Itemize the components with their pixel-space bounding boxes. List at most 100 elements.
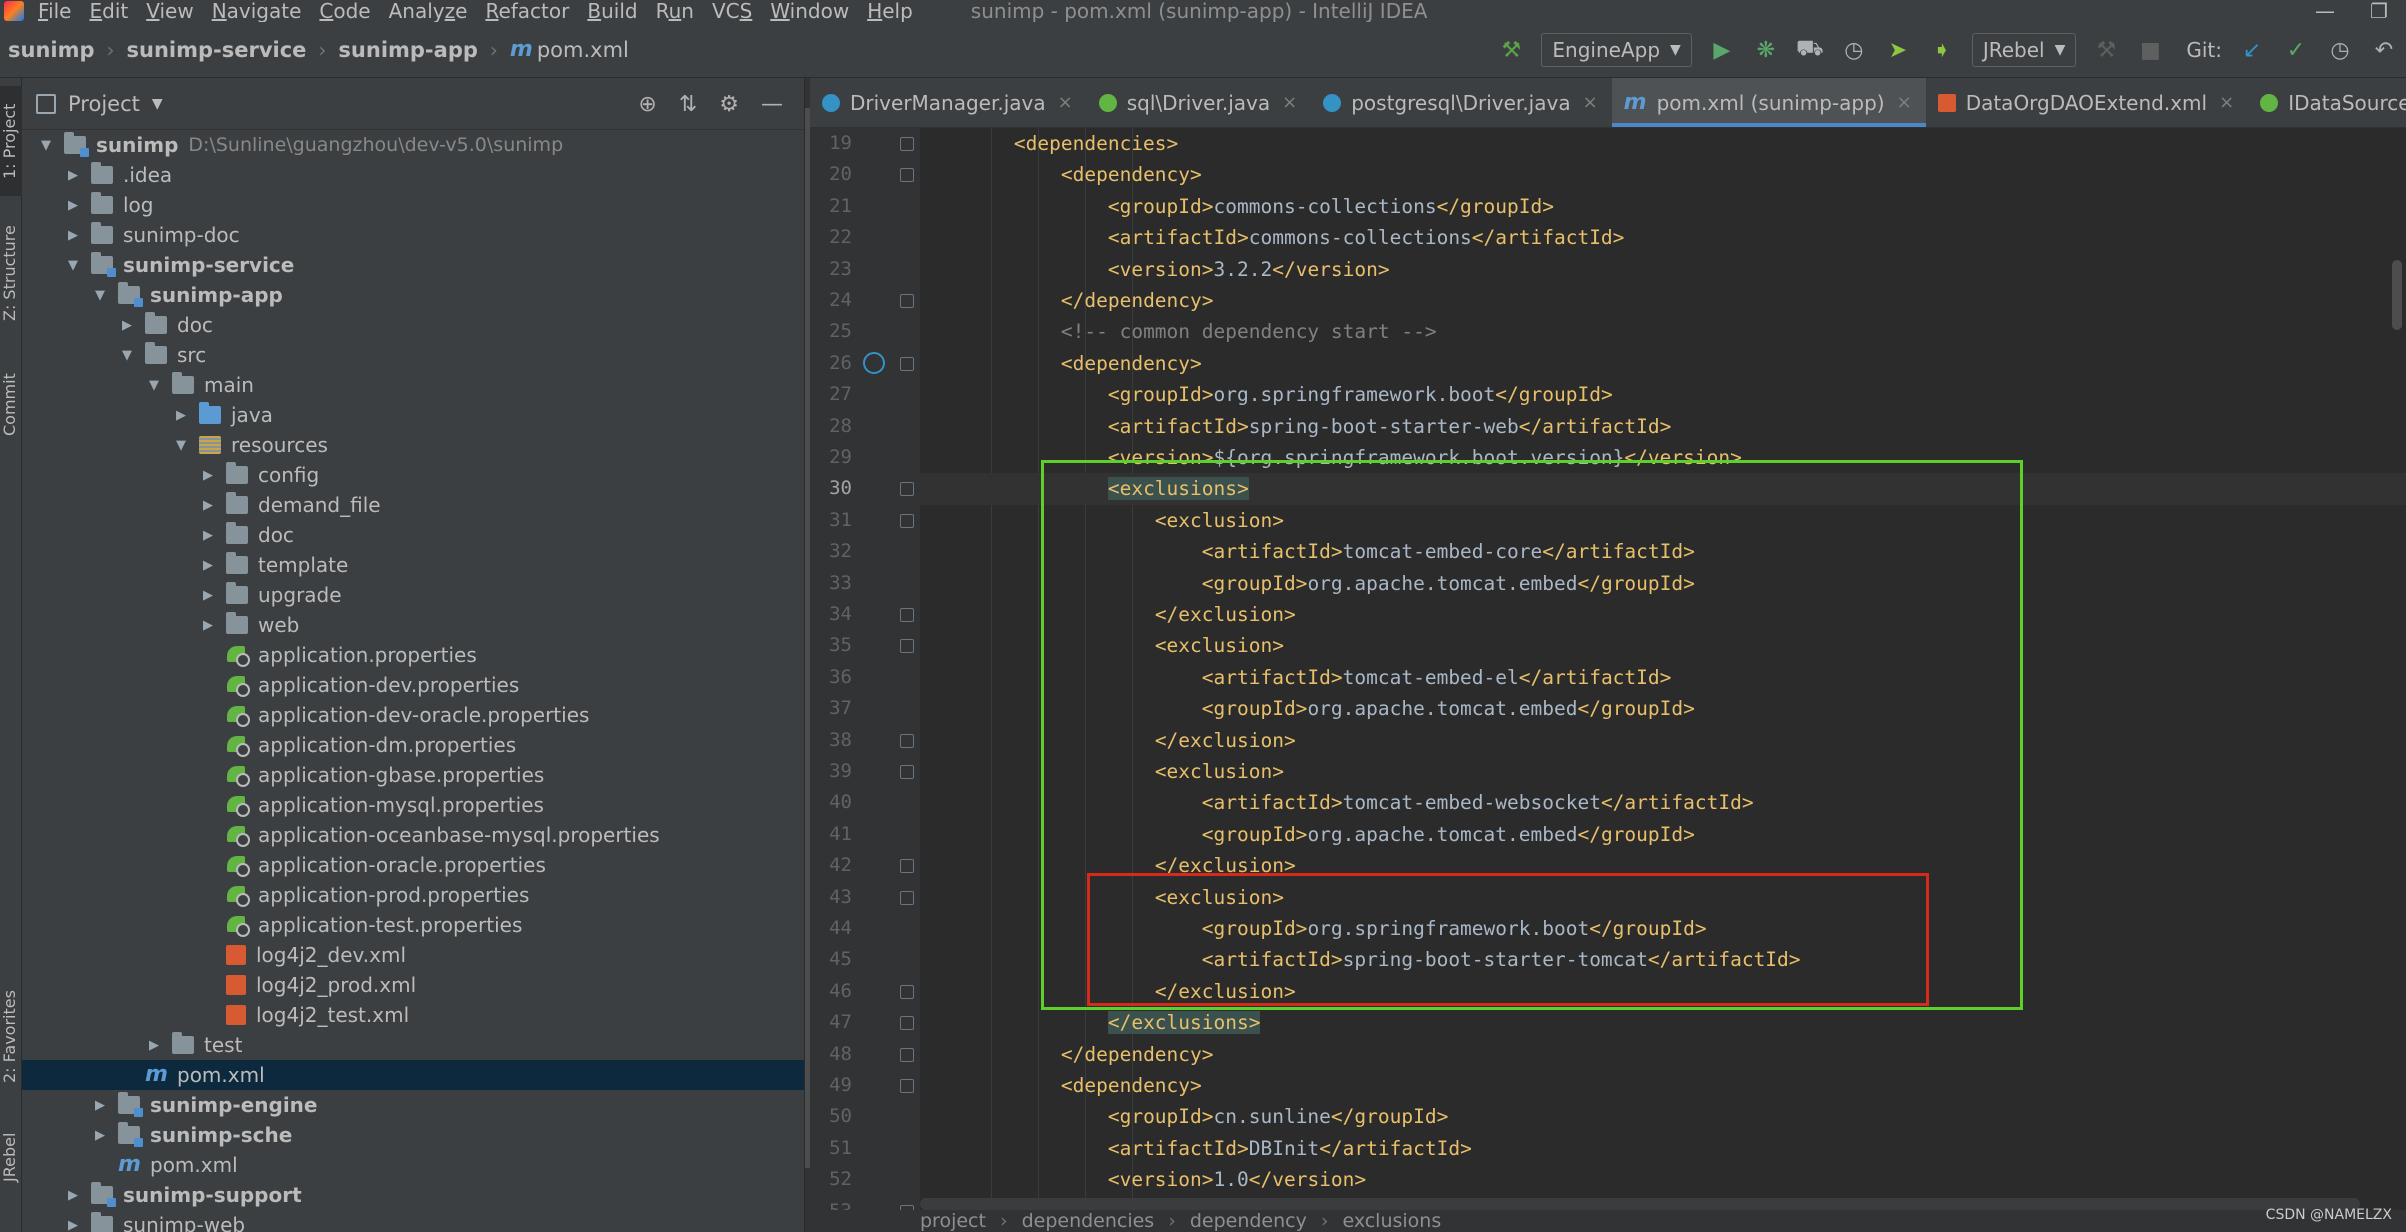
tree-item[interactable]: ▼ sunimp D:\Sunline\guangzhou\dev-v5.0\sun… [22, 130, 804, 160]
structure-tool-tab[interactable]: Z: Structure [0, 208, 22, 338]
fold-marker-icon[interactable] [900, 1016, 914, 1031]
chevron-right-icon[interactable]: ▶ [198, 618, 218, 633]
git-commit-icon[interactable]: ✓ [2282, 36, 2310, 64]
jrebel-tool-tab[interactable]: JRebel [0, 1112, 22, 1202]
fold-marker-icon[interactable] [900, 639, 914, 654]
editor-breadcrumb-item[interactable]: exclusions [1342, 1210, 1441, 1232]
tree-item[interactable]: application-gbase.properties [22, 760, 804, 790]
chevron-down-icon[interactable]: ▼ [152, 96, 163, 112]
jrebel-select[interactable]: JRebel ▼ [1971, 33, 2077, 67]
tree-item[interactable]: ▶ template [22, 550, 804, 580]
close-icon[interactable]: × [1583, 92, 1598, 113]
fold-marker-icon[interactable] [900, 984, 914, 999]
git-history-icon[interactable]: ◷ [2326, 36, 2354, 64]
git-rollback-icon[interactable]: ↶ [2370, 36, 2398, 64]
chevron-right-icon[interactable]: ▶ [198, 558, 218, 573]
menu-file[interactable]: File [38, 0, 71, 22]
fold-marker-icon[interactable] [900, 356, 914, 371]
chevron-right-icon[interactable]: ▶ [63, 1188, 83, 1203]
chevron-right-icon[interactable]: ▶ [63, 198, 83, 213]
tree-item[interactable]: ▶ sunimp-web [22, 1210, 804, 1232]
override-method-icon[interactable] [863, 351, 885, 374]
fold-marker-icon[interactable] [900, 482, 914, 497]
fold-marker-icon[interactable] [900, 168, 914, 183]
locate-target-icon[interactable]: ⊕ [638, 92, 656, 117]
tree-item[interactable]: application-oracle.properties [22, 850, 804, 880]
chevron-right-icon[interactable]: ▶ [63, 168, 83, 183]
fold-marker-icon[interactable] [900, 890, 914, 905]
fold-marker-icon[interactable] [900, 1079, 914, 1093]
editor-tab[interactable]: DriverManager.java × [810, 78, 1087, 127]
fold-marker-icon[interactable] [900, 1047, 914, 1062]
editor-breadcrumb-item[interactable]: dependencies [1022, 1210, 1155, 1232]
menu-view[interactable]: View [146, 0, 193, 22]
close-icon[interactable]: × [1897, 92, 1912, 113]
editor-horizontal-scrollbar[interactable] [920, 1198, 2360, 1210]
tree-item[interactable]: ▶ test [22, 1030, 804, 1060]
chevron-right-icon[interactable]: ▶ [90, 1128, 110, 1143]
nav-crumb-file[interactable]: pom.xml [537, 38, 629, 62]
run-icon[interactable]: ▶ [1708, 36, 1736, 64]
tree-item[interactable]: ▼ main [22, 370, 804, 400]
tree-item[interactable]: ▶ log [22, 190, 804, 220]
collapse-all-icon[interactable]: ⇅ [679, 92, 697, 117]
tree-item[interactable]: application-dev-oracle.properties [22, 700, 804, 730]
tree-item[interactable]: application-prod.properties [22, 880, 804, 910]
tree-item[interactable]: log4j2_prod.xml [22, 970, 804, 1000]
tree-item[interactable]: log4j2_dev.xml [22, 940, 804, 970]
chevron-right-icon[interactable]: ▶ [198, 468, 218, 483]
git-update-icon[interactable]: ↙ [2238, 36, 2266, 64]
close-icon[interactable]: × [2219, 92, 2234, 113]
chevron-right-icon[interactable]: ▶ [117, 318, 137, 333]
run-configuration-select[interactable]: EngineApp ▼ [1541, 33, 1692, 67]
tree-item[interactable]: ▼ src [22, 340, 804, 370]
build-disabled-icon[interactable]: ⚒ [2092, 36, 2120, 64]
tree-item[interactable]: ▶ sunimp-engine [22, 1090, 804, 1120]
editor-breadcrumb-item[interactable]: project [920, 1210, 986, 1232]
tree-item[interactable]: log4j2_test.xml [22, 1000, 804, 1030]
menu-refactor[interactable]: Refactor [485, 0, 569, 22]
tree-item[interactable]: ▶ java [22, 400, 804, 430]
menu-code[interactable]: Code [319, 0, 370, 22]
tree-item[interactable]: ▼ sunimp-app [22, 280, 804, 310]
editor-tab[interactable]: sql\Driver.java × [1087, 78, 1311, 127]
close-icon[interactable]: × [1058, 92, 1073, 113]
profile-icon[interactable]: ◷ [1840, 36, 1868, 64]
close-icon[interactable]: × [1282, 92, 1297, 113]
tree-item[interactable]: ▶ demand_file [22, 490, 804, 520]
chevron-down-icon[interactable]: ▼ [144, 378, 164, 393]
editor-tab[interactable]: m pom.xml (sunimp-app) × [1611, 78, 1926, 127]
menu-build[interactable]: Build [587, 0, 637, 22]
project-view-title[interactable]: Project [68, 92, 140, 116]
restore-icon[interactable]: ❐ [2352, 0, 2406, 22]
tree-item[interactable]: ▼ sunimp-service [22, 250, 804, 280]
menu-navigate[interactable]: Navigate [212, 0, 302, 22]
gear-icon[interactable]: ⚙ [719, 92, 739, 117]
chevron-right-icon[interactable]: ▶ [198, 588, 218, 603]
tree-item[interactable]: ▶ doc [22, 520, 804, 550]
chevron-right-icon[interactable]: ▶ [198, 528, 218, 543]
editor-tab[interactable]: DataOrgDAOExtend.xml × [1926, 78, 2249, 127]
tree-item[interactable]: ▶ web [22, 610, 804, 640]
tree-item[interactable]: m pom.xml [22, 1060, 804, 1090]
tree-item[interactable]: ▶ upgrade [22, 580, 804, 610]
chevron-right-icon[interactable]: ▶ [63, 1218, 83, 1232]
tree-item[interactable]: application-dev.properties [22, 670, 804, 700]
debug-icon[interactable]: ❋ [1752, 36, 1780, 64]
chevron-right-icon[interactable]: ▶ [198, 498, 218, 513]
code-editor[interactable]: <dependencies> <dependency> <groupId>com… [920, 128, 2406, 1210]
tree-item[interactable]: ▶ doc [22, 310, 804, 340]
menu-run[interactable]: Run [656, 0, 694, 22]
menu-window[interactable]: Window [770, 0, 849, 22]
tree-item[interactable]: application-dm.properties [22, 730, 804, 760]
tree-item[interactable]: ▶ sunimp-sche [22, 1120, 804, 1150]
chevron-right-icon[interactable]: ▶ [63, 228, 83, 243]
tree-item[interactable]: application.properties [22, 640, 804, 670]
tree-item[interactable]: ▼ resources [22, 430, 804, 460]
minimize-icon[interactable]: — [2298, 0, 2352, 22]
chevron-down-icon[interactable]: ▼ [36, 138, 56, 153]
fold-marker-icon[interactable] [900, 294, 914, 308]
tree-item[interactable]: ▶ sunimp-doc [22, 220, 804, 250]
menu-edit[interactable]: Edit [89, 0, 128, 22]
chevron-right-icon[interactable]: ▶ [144, 1038, 164, 1053]
